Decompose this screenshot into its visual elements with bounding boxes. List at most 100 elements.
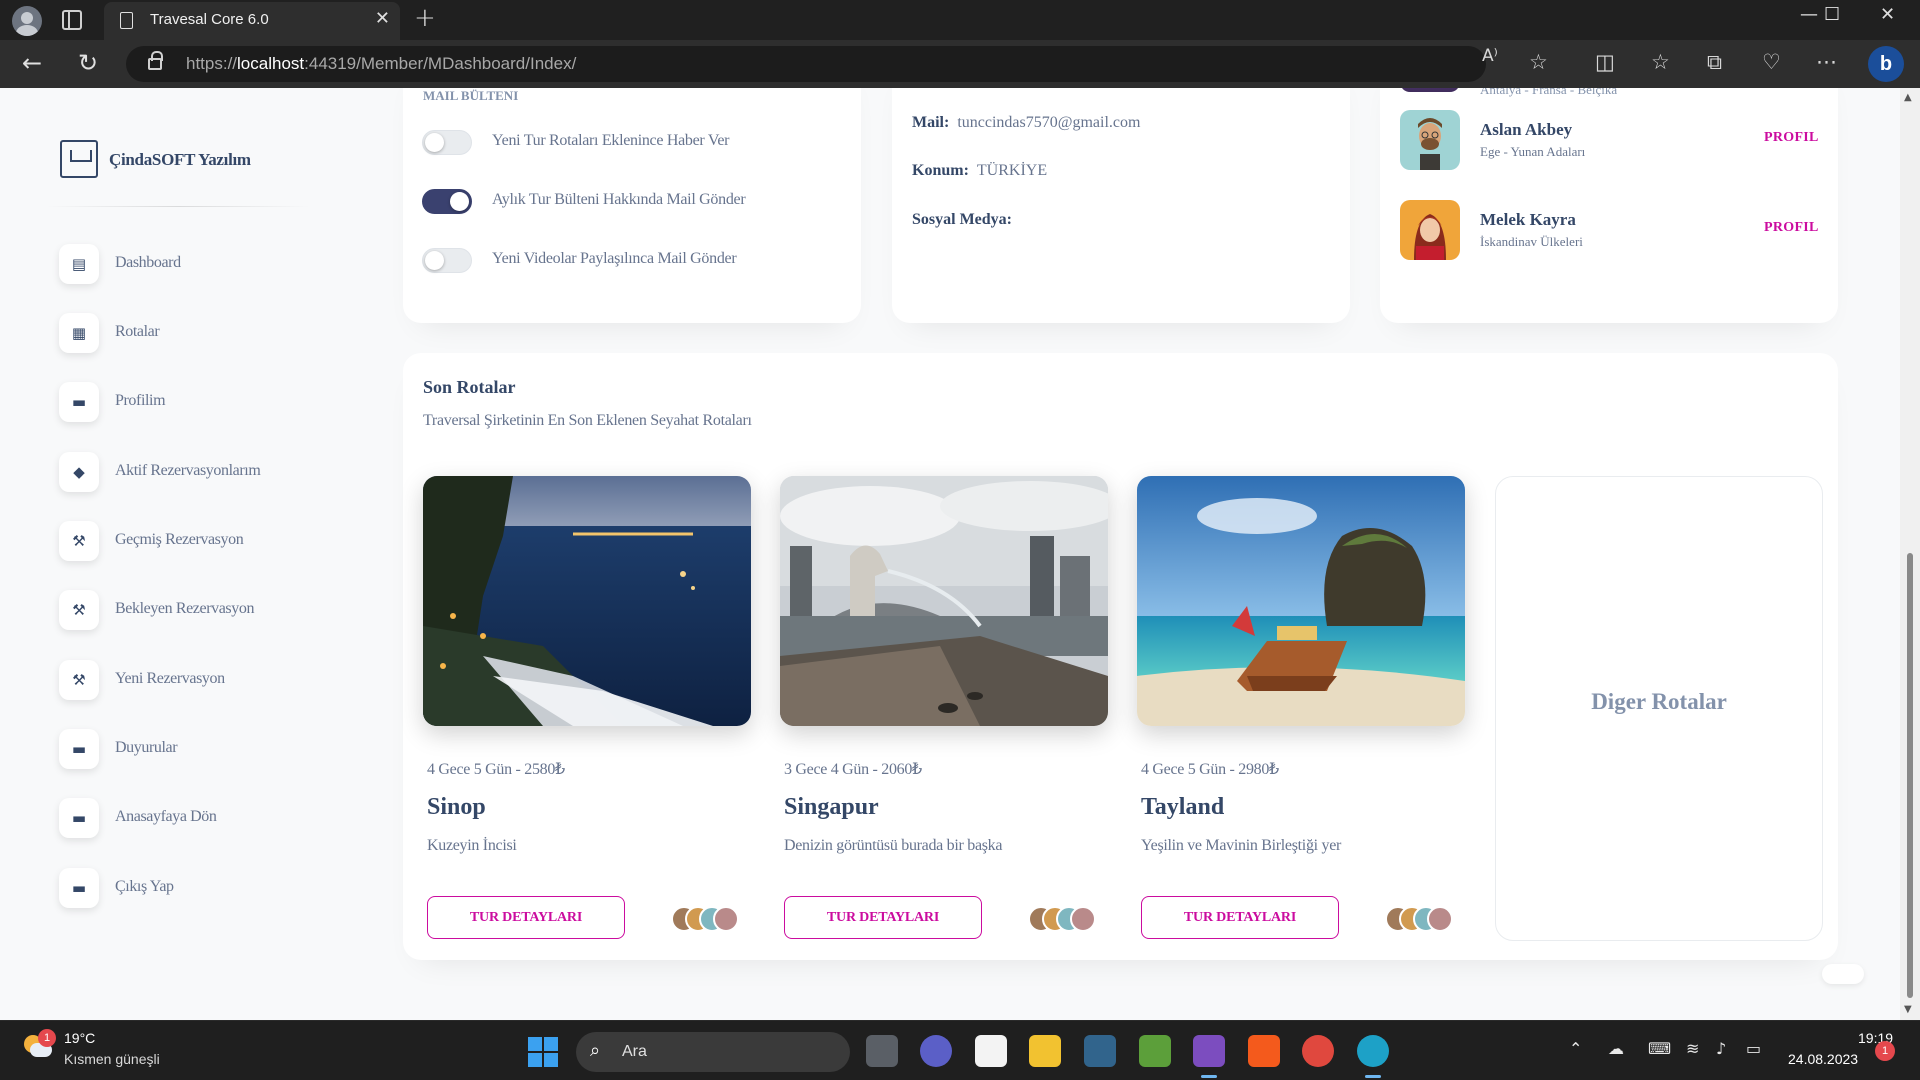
tab-close-icon[interactable]: ✕ [375, 8, 390, 29]
tour-description: Yeşilin ve Mavinin Birleştiği yer [1141, 837, 1342, 854]
refresh-icon[interactable]: ↻ [78, 49, 98, 77]
brave-browser-icon[interactable] [1248, 1035, 1280, 1067]
visual-studio-icon[interactable] [1193, 1035, 1225, 1078]
tour-name: Tayland [1141, 794, 1225, 820]
split-screen-icon[interactable]: ◫ [1595, 50, 1615, 74]
wifi-icon[interactable]: ≋ [1686, 1039, 1699, 1058]
browser-profile-avatar[interactable] [12, 6, 42, 36]
sidebar-item-bekleyen-rezervasyon[interactable]: ⚒ Bekleyen Rezervasyon [59, 588, 319, 632]
sidebar-item-gecmis-rezervasyon[interactable]: ⚒ Geçmiş Rezervasyon [59, 519, 319, 563]
favorites-icon[interactable]: ☆ [1651, 50, 1670, 74]
recent-routes-card: Son Rotalar Traversal Şirketinin En Son … [403, 353, 1838, 960]
toggle-monthly-bulletin[interactable] [422, 189, 472, 214]
browser-essentials-icon[interactable]: ♡ [1762, 50, 1781, 74]
avatar[interactable] [713, 906, 739, 932]
sidebar-item-duyurular[interactable]: ▬ Duyurular [59, 727, 319, 771]
guide-name: Melek Kayra [1480, 210, 1576, 229]
box-icon: ◆ [59, 452, 99, 492]
scroll-up-icon[interactable]: ▲ [1904, 92, 1912, 103]
lock-icon[interactable] [148, 51, 163, 70]
new-tab-button[interactable]: + [414, 3, 436, 33]
task-view-icon[interactable] [866, 1035, 898, 1067]
close-window-button[interactable]: ✕ [1880, 4, 1895, 25]
scroll-thumb[interactable] [1907, 553, 1913, 998]
sidebar-divider [46, 206, 310, 207]
weather-temperature[interactable]: 19°C [64, 1030, 95, 1046]
microsoft-store-icon[interactable] [975, 1035, 1007, 1067]
tour-details-button[interactable]: TUR DETAYLARI [427, 896, 625, 939]
favorite-star-icon[interactable]: ☆ [1529, 50, 1548, 74]
page-scrollbar[interactable]: ▲ ▼ [1900, 88, 1920, 1020]
credit-card-icon: ▬ [59, 798, 99, 838]
windows-start-button[interactable] [528, 1037, 558, 1067]
location-value: TÜRKİYE [976, 162, 1048, 179]
tour-image[interactable] [1137, 476, 1465, 726]
address-bar[interactable]: https://localhost:44319/Member/MDashboar… [126, 46, 1498, 82]
postgres-icon[interactable] [1084, 1035, 1116, 1067]
tour-details-button[interactable]: TUR DETAYLARI [1141, 896, 1339, 939]
taskbar-search[interactable]: ⌕ Ara [576, 1032, 850, 1072]
sidebar-item-anasayfaya-don[interactable]: ▬ Anasayfaya Dön [59, 796, 319, 840]
tray-overflow-icon[interactable]: ⌃ [1569, 1039, 1582, 1058]
tour-meta: 4 Gece 5 Gün - 2980₺ [1141, 761, 1279, 778]
back-icon[interactable]: ← [22, 49, 42, 77]
weather-condition[interactable]: Kısmen güneşli [64, 1051, 160, 1067]
browser-tab-active[interactable]: Travesal Core 6.0 ✕ [104, 2, 400, 40]
settings-menu-icon[interactable]: ⋯ [1816, 50, 1837, 74]
singapore-merlion-image [780, 476, 1108, 726]
chrome-icon[interactable] [1302, 1035, 1334, 1067]
sidebar-item-cikis-yap[interactable]: ▬ Çıkış Yap [59, 866, 319, 910]
other-routes-card[interactable]: Diger Rotalar [1495, 476, 1823, 941]
clock-date[interactable]: 24.08.2023 [1788, 1051, 1858, 1067]
sidebar-item-aktif-rezervasyonlarim[interactable]: ◆ Aktif Rezervasyonlarım [59, 450, 319, 494]
url-text[interactable]: https://localhost:44319/Member/MDashboar… [186, 54, 576, 74]
guide-region-partial: Antalya - Fransa - Belçika [1480, 88, 1618, 97]
sidebar-item-label: Anasayfaya Dön [115, 808, 217, 825]
location-row: Konum: TÜRKİYE [912, 162, 1047, 180]
os-taskbar: 1 19°C Kısmen güneşli ⌕ Ara ⌃ ☁ ⌨ ≋ ♪ ▭ … [0, 1020, 1920, 1080]
tab-title: Travesal Core 6.0 [150, 11, 269, 28]
toggle-new-routes[interactable] [422, 130, 472, 155]
sidebar-item-label: Rotalar [115, 323, 160, 340]
social-key: Sosyal Medya: [912, 211, 1012, 228]
maximize-button[interactable]: ☐ [1824, 4, 1840, 25]
url-host: localhost [237, 54, 305, 73]
battery-icon[interactable]: ▭ [1746, 1039, 1761, 1058]
read-aloud-icon[interactable]: A⁾ [1482, 46, 1498, 66]
bing-copilot-button[interactable]: b [1868, 46, 1904, 82]
tour-card: 4 Gece 5 Gün - 2580₺ Sinop Kuzeyin İncis… [423, 476, 753, 956]
guide-profile-link[interactable]: PROFIL [1764, 130, 1819, 146]
tour-card: 4 Gece 5 Gün - 2980₺ Tayland Yeşilin ve … [1137, 476, 1467, 956]
toggle-new-videos[interactable] [422, 248, 472, 273]
minimize-button[interactable]: — [1800, 4, 1818, 25]
avatar[interactable] [1070, 906, 1096, 932]
tour-meta: 3 Gece 4 Gün - 2060₺ [784, 761, 922, 778]
search-icon: ⌕ [590, 1040, 601, 1061]
sidebar-item-rotalar[interactable]: ▦ Rotalar [59, 311, 319, 355]
sidebar-item-dashboard[interactable]: ▤ Dashboard [59, 242, 319, 286]
social-row: Sosyal Medya: [912, 211, 1012, 229]
notification-badge[interactable]: 1 [1875, 1041, 1895, 1061]
tools-icon: ⚒ [59, 521, 99, 561]
keyboard-icon[interactable]: ⌨ [1648, 1039, 1671, 1058]
file-explorer-icon[interactable] [1029, 1035, 1061, 1067]
scroll-down-icon[interactable]: ▼ [1904, 1004, 1912, 1015]
tour-image[interactable] [423, 476, 751, 726]
sidebar-item-yeni-rezervasyon[interactable]: ⚒ Yeni Rezervasyon [59, 658, 319, 702]
search-placeholder: Ara [622, 1043, 647, 1060]
volume-icon[interactable]: ♪ [1716, 1039, 1726, 1058]
section-subtitle: Traversal Şirketinin En Son Eklenen Seya… [423, 412, 752, 429]
tour-details-button[interactable]: TUR DETAYLARI [784, 896, 982, 939]
guide-profile-link[interactable]: PROFIL [1764, 220, 1819, 236]
tab-actions-icon[interactable] [62, 10, 82, 30]
tour-avatars [1385, 906, 1465, 932]
edge-icon[interactable] [1357, 1035, 1389, 1078]
collections-icon[interactable]: ⧉ [1707, 50, 1722, 75]
sidebar-item-profilim[interactable]: ▬ Profilim [59, 380, 319, 424]
teams-chat-icon[interactable] [920, 1035, 952, 1067]
avatar[interactable] [1427, 906, 1453, 932]
snipping-tool-icon[interactable] [1139, 1035, 1171, 1067]
tour-image[interactable] [780, 476, 1108, 726]
sidebar-item-label: Profilim [115, 392, 166, 409]
onedrive-icon[interactable]: ☁ [1608, 1039, 1624, 1058]
